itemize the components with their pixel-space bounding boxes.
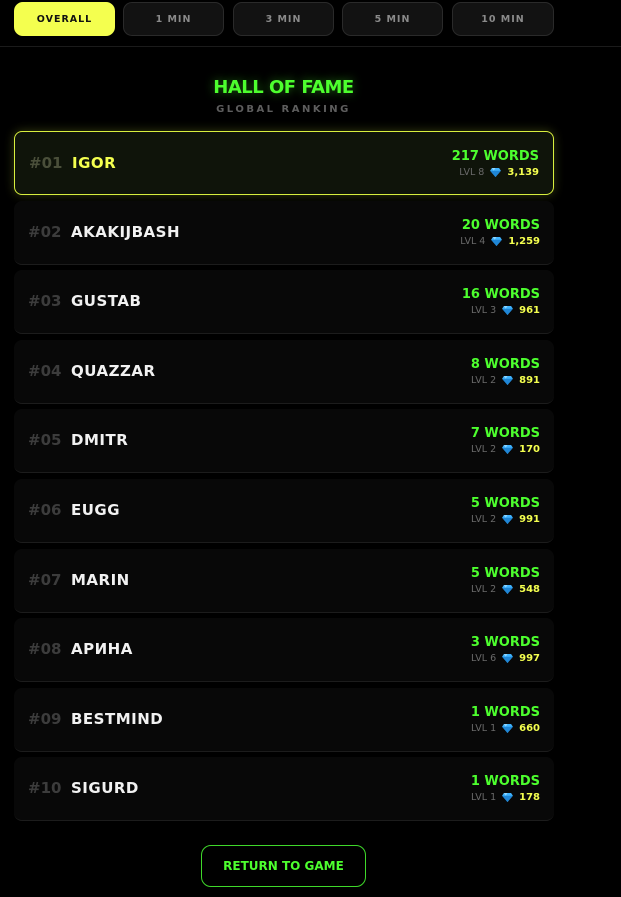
- rank-number: #03: [28, 292, 62, 311]
- player-name: EUGG: [71, 501, 121, 519]
- rank-number: #01: [29, 154, 63, 172]
- diamond-gem-icon: [502, 515, 514, 524]
- player-name: АРИНА: [71, 640, 133, 659]
- rank-number: #10: [28, 779, 62, 798]
- tab-5-min[interactable]: 5 MIN: [342, 2, 443, 36]
- player-level: LVL 2: [471, 374, 497, 386]
- player-meta: LVL 1 660: [471, 723, 540, 734]
- player-meta: LVL 2 170: [471, 444, 540, 455]
- player-meta: LVL 1 178: [471, 792, 540, 803]
- player-level: LVL 6: [471, 653, 497, 665]
- gem-score: 997: [519, 653, 540, 665]
- player-name: IGOR: [72, 154, 117, 172]
- player-meta: LVL 6 997: [471, 653, 540, 664]
- tab-1-min[interactable]: 1 MIN: [123, 2, 224, 36]
- gem-score: 548: [519, 583, 540, 595]
- leaderboard-row: #04 QUAZZAR 8 WORDS LVL 2 891: [14, 339, 554, 404]
- diamond-gem-icon: [502, 654, 514, 664]
- rank-number: #09: [28, 709, 62, 728]
- leaderboard-row: #05 DMITR 7 WORDS LVL 2 170: [14, 409, 554, 474]
- return-to-game-button[interactable]: RETURN TO GAME: [201, 845, 366, 887]
- player-name: DMITR: [71, 431, 129, 450]
- tab-10-min[interactable]: 10 MIN: [452, 2, 554, 36]
- leaderboard-row: #10 SIGURD 1 WORDS LVL 1 178: [14, 757, 554, 822]
- word-count: 3 WORDS: [470, 635, 540, 651]
- player-level: LVL 8: [459, 167, 485, 178]
- player-meta: LVL 2 548: [471, 584, 540, 595]
- word-count: 217 WORDS: [451, 149, 539, 164]
- tab-3-min[interactable]: 3 MIN: [233, 2, 334, 36]
- player-level: LVL 4: [460, 235, 486, 247]
- word-count: 8 WORDS: [470, 356, 540, 372]
- leaderboard-row: #08 АРИНА 3 WORDS LVL 6 997: [14, 618, 554, 683]
- word-count: 20 WORDS: [461, 217, 540, 233]
- gem-score: 170: [519, 444, 540, 456]
- player-level: LVL 2: [471, 514, 497, 525]
- diamond-gem-icon: [490, 168, 502, 177]
- gem-score: 891: [519, 374, 540, 386]
- word-count: 16 WORDS: [461, 287, 540, 303]
- diamond-gem-icon: [502, 793, 514, 803]
- player-name: MARIN: [71, 570, 130, 589]
- leaderboard-row: #03 GUSTAB 16 WORDS LVL 3 961: [14, 270, 554, 335]
- rank-number: #02: [28, 222, 62, 241]
- diamond-gem-icon: [502, 375, 514, 385]
- rank-number: #07: [28, 570, 62, 589]
- gem-score: 1,259: [508, 235, 540, 247]
- gem-score: 660: [519, 722, 540, 734]
- page-title: HALL OF FAME: [213, 77, 354, 98]
- player-name: QUAZZAR: [71, 361, 156, 380]
- player-name: BESTMIND: [71, 709, 164, 728]
- rank-number: #05: [28, 431, 62, 450]
- player-level: LVL 2: [471, 444, 497, 456]
- leaderboard-row: #06 EUGG 5 WORDS LVL 2 991: [14, 479, 554, 543]
- header-divider: [0, 46, 621, 47]
- word-count: 7 WORDS: [470, 426, 540, 442]
- rank-number: #06: [28, 501, 62, 519]
- diamond-gem-icon: [502, 306, 514, 316]
- player-level: LVL 1: [471, 722, 497, 734]
- rank-number: #04: [28, 361, 62, 380]
- player-name: SIGURD: [71, 779, 139, 798]
- gem-score: 3,139: [507, 167, 539, 178]
- diamond-gem-icon: [502, 584, 514, 594]
- gem-score: 961: [519, 305, 540, 317]
- word-count: 1 WORDS: [470, 704, 540, 720]
- diamond-gem-icon: [502, 723, 514, 733]
- diamond-gem-icon: [502, 445, 514, 455]
- leaderboard-row: #01 IGOR 217 WORDS LVL 8 3,139: [14, 131, 554, 195]
- player-name: AKAKIJBASH: [71, 222, 181, 241]
- tab-overall[interactable]: OVERALL: [14, 2, 115, 36]
- player-meta: LVL 2 891: [471, 375, 540, 386]
- player-name: GUSTAB: [71, 292, 142, 311]
- player-meta: LVL 4 1,259: [460, 236, 540, 247]
- gem-score: 178: [519, 792, 540, 804]
- word-count: 5 WORDS: [470, 565, 540, 581]
- player-meta: LVL 2 991: [471, 514, 540, 525]
- player-level: LVL 1: [471, 792, 497, 804]
- word-count: 1 WORDS: [470, 774, 540, 790]
- player-level: LVL 2: [471, 583, 497, 595]
- leaderboard-row: #09 BESTMIND 1 WORDS LVL 1 660: [14, 687, 554, 752]
- word-count: 5 WORDS: [470, 496, 540, 511]
- diamond-gem-icon: [491, 236, 503, 246]
- player-meta: LVL 8 3,139: [459, 167, 539, 178]
- page-subtitle: GLOBAL RANKING: [216, 104, 351, 115]
- player-meta: LVL 3 961: [471, 305, 540, 316]
- player-level: LVL 3: [471, 305, 497, 317]
- rank-number: #08: [28, 640, 62, 659]
- gem-score: 991: [519, 514, 540, 525]
- leaderboard-row: #07 MARIN 5 WORDS LVL 2 548: [14, 548, 554, 613]
- leaderboard-row: #02 AKAKIJBASH 20 WORDS LVL 4 1,259: [14, 200, 554, 265]
